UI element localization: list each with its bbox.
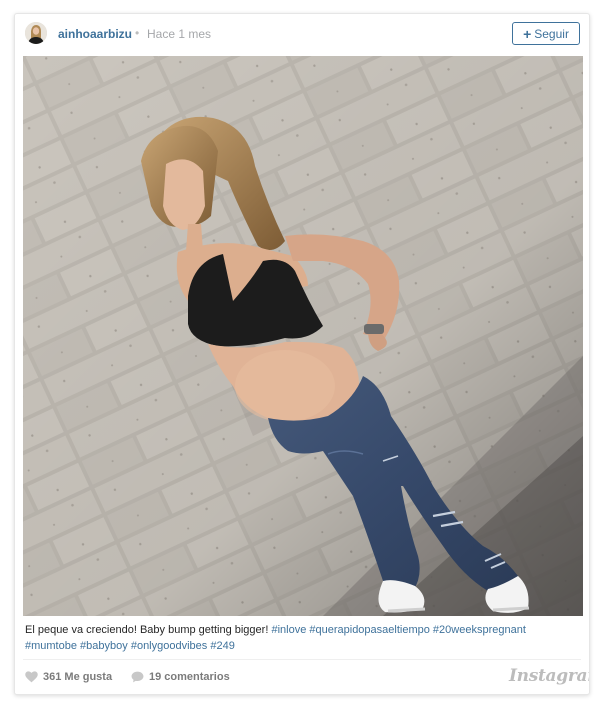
hashtag-link[interactable]: #mumtobe: [25, 640, 77, 652]
avatar[interactable]: [25, 22, 47, 44]
plus-icon: +: [523, 25, 532, 42]
post-header: ainhoaarbizu • Hace 1 mes + Seguir: [15, 14, 589, 56]
speech-bubble-icon: [131, 671, 144, 683]
comments-count[interactable]: 19 comentarios: [131, 671, 230, 683]
username-link[interactable]: ainhoaarbizu: [58, 27, 132, 41]
hashtag-link[interactable]: #inlove: [271, 624, 306, 636]
hashtag-link[interactable]: #20weekspregnant: [433, 624, 526, 636]
avatar-image: [25, 22, 47, 44]
hashtag-link[interactable]: #249: [210, 640, 234, 652]
footer-divider: [23, 659, 581, 660]
hashtag-link[interactable]: #onlygoodvibes: [131, 640, 207, 652]
separator-dot: •: [135, 26, 140, 40]
instagram-embed-card: ainhoaarbizu • Hace 1 mes + Seguir El pe…: [14, 13, 590, 695]
caption-text: El peque va creciendo! Baby bump getting…: [25, 624, 269, 636]
comments-label: 19 comentarios: [149, 671, 230, 683]
post-footer: 361 Me gusta 19 comentarios Instagram: [15, 662, 589, 692]
photo-illustration: [23, 56, 583, 616]
post-photo[interactable]: [23, 56, 583, 616]
post-caption: El peque va creciendo! Baby bump getting…: [25, 622, 580, 654]
hashtag-link[interactable]: #babyboy: [80, 640, 128, 652]
post-time[interactable]: Hace 1 mes: [147, 27, 211, 41]
follow-label: Seguir: [534, 26, 569, 41]
instagram-logo[interactable]: Instagram: [509, 666, 589, 686]
follow-button[interactable]: + Seguir: [512, 22, 580, 45]
hashtag-link[interactable]: #querapidopasaeltiempo: [309, 624, 429, 636]
likes-label: 361 Me gusta: [43, 671, 113, 683]
likes-count[interactable]: 361 Me gusta: [25, 671, 112, 683]
heart-icon: [25, 671, 38, 683]
